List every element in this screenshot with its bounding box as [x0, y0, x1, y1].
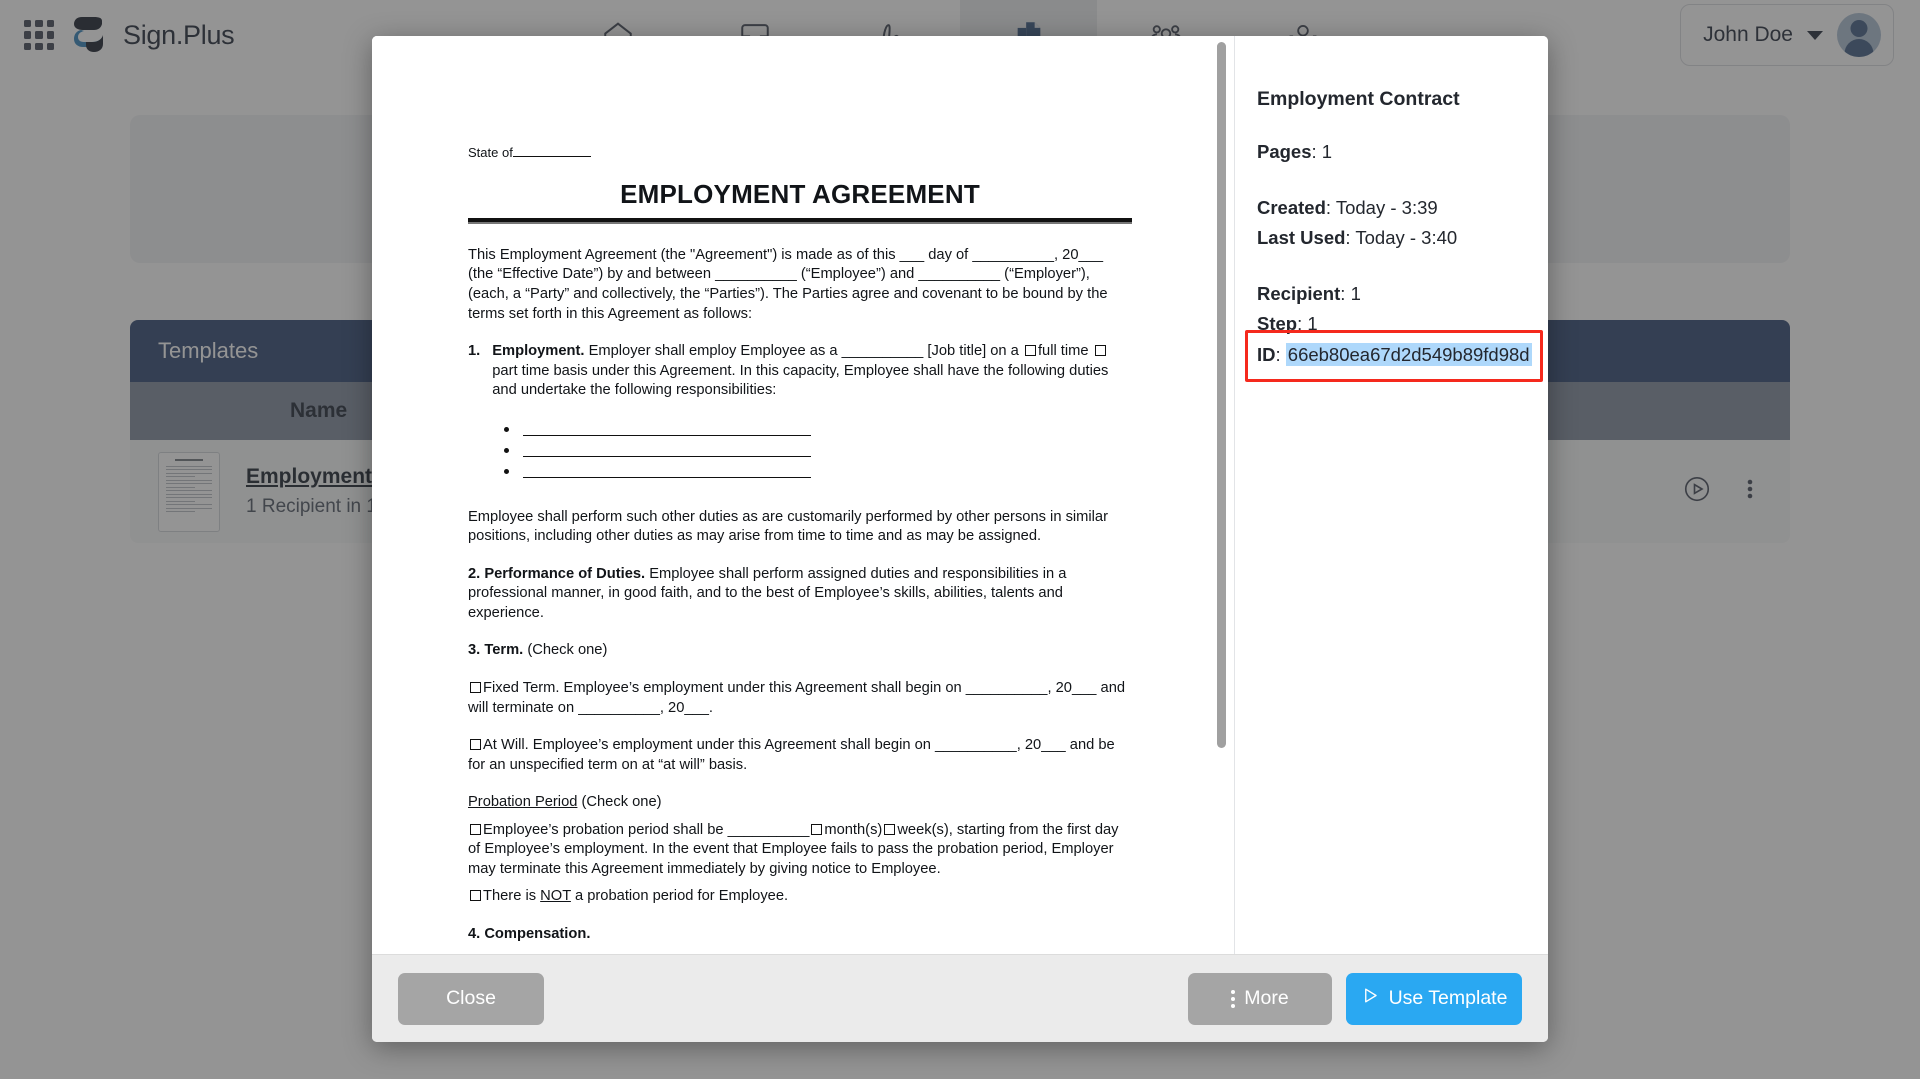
no-probation-text-b: a probation period for Employee. [575, 888, 788, 904]
details-spacer [1257, 171, 1518, 197]
probation-text-a: Employee’s probation period shall be ___… [483, 822, 809, 838]
details-created-row: Created: Today - 3:39 [1257, 197, 1518, 219]
document-title-rule [468, 218, 1132, 224]
recipient-label: Recipient [1257, 283, 1340, 304]
play-triangle-icon [1361, 986, 1380, 1011]
document-term-fixed: Fixed Term. Employee’s employment under … [468, 679, 1132, 718]
recipient-value: 1 [1351, 283, 1361, 304]
use-template-button[interactable]: Use Template [1346, 973, 1522, 1025]
bullet-dot-icon [504, 448, 509, 453]
details-spacer [1257, 257, 1518, 283]
checkbox-fixed-term[interactable] [470, 682, 481, 693]
blank-line [523, 469, 811, 478]
document-section-4-heading: 4. Compensation. [468, 925, 1132, 945]
probation-period-heading: Probation Period [468, 794, 577, 810]
checkbox-probation-weeks[interactable] [884, 824, 895, 835]
blank-line [523, 448, 811, 457]
section-3-heading: 3. Term. [468, 642, 523, 658]
id-value[interactable]: 66eb80ea67d2d549b89fd98d [1286, 343, 1532, 366]
more-button-label: More [1244, 987, 1288, 1010]
id-label: ID [1257, 344, 1276, 365]
at-will-text: At Will. Employee’s employment under thi… [468, 737, 1115, 773]
section-1-text-c: part time basis under this Agreement. In… [492, 363, 1108, 399]
section-1-number: 1. [468, 342, 480, 401]
section-3-subtext: (Check one) [527, 642, 607, 658]
list-item [504, 469, 1132, 478]
pages-label: Pages [1257, 141, 1312, 162]
section-1-body: Employment. Employer shall employ Employ… [492, 342, 1132, 401]
details-last-used-row: Last Used: Today - 3:40 [1257, 227, 1518, 249]
document-page: State of EMPLOYMENT AGREEMENT This Emplo… [372, 36, 1228, 954]
bullet-dot-icon [504, 427, 509, 432]
template-preview-modal: State of EMPLOYMENT AGREEMENT This Emplo… [372, 36, 1548, 1042]
document-probation-option-1: Employee’s probation period shall be ___… [468, 821, 1132, 880]
list-item [504, 427, 1132, 436]
state-of-label: State of [468, 145, 513, 160]
modal-body: State of EMPLOYMENT AGREEMENT This Emplo… [372, 36, 1548, 954]
checkbox-at-will[interactable] [470, 739, 481, 750]
document-probation-option-2: There is NOT a probation period for Empl… [468, 887, 1132, 907]
details-pages-row: Pages: 1 [1257, 141, 1518, 163]
probation-months-label: month(s) [824, 822, 882, 838]
bullet-dot-icon [504, 469, 509, 474]
checkbox-probation-period[interactable] [470, 824, 481, 835]
section-1-heading: Employment. [492, 343, 584, 359]
checkbox-no-probation[interactable] [470, 890, 481, 901]
document-term-at-will: At Will. Employee’s employment under thi… [468, 736, 1132, 775]
blank-line [523, 427, 811, 436]
document-duties-bullets [504, 427, 1132, 478]
details-recipient-row: Recipient: 1 [1257, 283, 1518, 305]
document-section-1: 1. Employment. Employer shall employ Emp… [468, 342, 1132, 401]
section-1-text-b: full time [1038, 343, 1089, 359]
probation-subtext: (Check one) [582, 794, 662, 810]
document-preview-pane: State of EMPLOYMENT AGREEMENT This Emplo… [372, 36, 1234, 954]
document-section-1-paragraph-2: Employee shall perform such other duties… [468, 508, 1132, 547]
more-button[interactable]: More [1188, 973, 1332, 1025]
document-state-of-line: State of [468, 144, 1132, 161]
state-of-blank [513, 156, 591, 157]
no-probation-emphasis: NOT [540, 888, 571, 904]
last-used-value: Today - 3:40 [1355, 227, 1457, 248]
document-title: EMPLOYMENT AGREEMENT [468, 177, 1132, 212]
section-1-text-a: Employer shall employ Employee as a ____… [589, 343, 1019, 359]
section-2-heading: 2. Performance of Duties. [468, 566, 645, 582]
details-id-row: ID: 66eb80ea67d2d549b89fd98d [1257, 344, 1532, 366]
pages-value: 1 [1322, 141, 1332, 162]
document-intro-paragraph: This Employment Agreement (the "Agreemen… [468, 246, 1132, 324]
created-value: Today - 3:39 [1336, 197, 1438, 218]
checkbox-part-time[interactable] [1095, 345, 1106, 356]
document-section-2: 2. Performance of Duties. Employee shall… [468, 565, 1132, 624]
document-scrollbar-thumb[interactable] [1217, 42, 1226, 748]
details-title: Employment Contract [1257, 88, 1518, 111]
last-used-label: Last Used [1257, 227, 1345, 248]
modal-footer: Close More Use Template [372, 954, 1548, 1042]
document-scrollbar-track[interactable] [1221, 36, 1230, 954]
no-probation-text-a: There is [483, 888, 536, 904]
fixed-term-text: Fixed Term. Employee’s employment under … [468, 680, 1125, 716]
template-details-pane: Employment Contract Pages: 1 Created: To… [1234, 36, 1548, 954]
use-template-button-label: Use Template [1389, 987, 1508, 1010]
close-button[interactable]: Close [398, 973, 544, 1025]
checkbox-probation-months[interactable] [811, 824, 822, 835]
created-label: Created [1257, 197, 1326, 218]
list-item [504, 448, 1132, 457]
checkbox-full-time[interactable] [1025, 345, 1036, 356]
document-probation-heading: Probation Period (Check one) [468, 793, 1132, 813]
document-section-3: 3. Term. (Check one) [468, 641, 1132, 661]
kebab-vertical-icon [1231, 990, 1235, 1008]
